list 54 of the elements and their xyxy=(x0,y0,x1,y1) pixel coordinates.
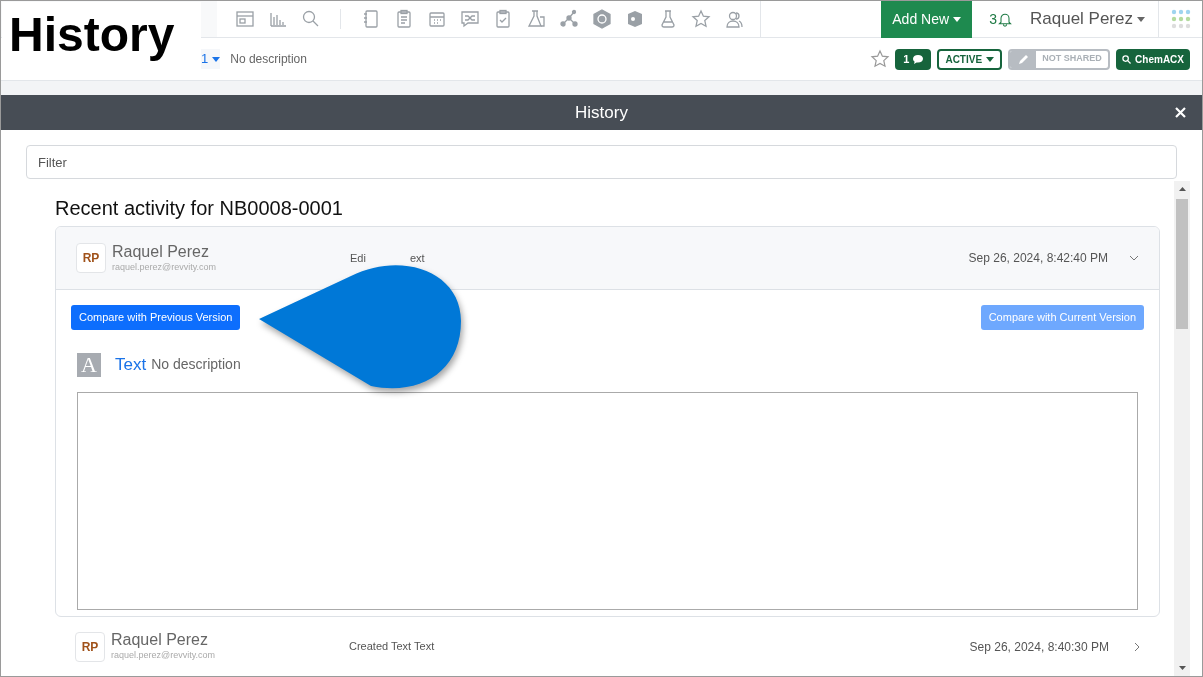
caret-icon xyxy=(212,56,221,62)
section-title: Text xyxy=(115,354,147,376)
activity-text: ext xyxy=(409,250,425,266)
users-icon[interactable] xyxy=(723,9,744,29)
scrollbar-thumb[interactable] xyxy=(1176,199,1188,329)
sharing-status: NOT SHARED xyxy=(1041,52,1103,66)
user-name: Raquel Perez xyxy=(111,630,209,650)
version-dropdown[interactable]: 1 xyxy=(201,49,221,69)
pencil-icon xyxy=(1017,53,1029,65)
chevron-right-icon[interactable] xyxy=(1134,641,1140,652)
calendar-icon[interactable] xyxy=(426,9,447,29)
status-dropdown[interactable]: ACTIVE xyxy=(937,48,1003,70)
scroll-down-icon[interactable] xyxy=(1178,666,1186,670)
caret-icon xyxy=(986,56,995,62)
lab-flask-icon[interactable] xyxy=(525,9,546,29)
entry-header[interactable]: RP Raquel Perez raquel.perez@revvity.com Edi ext Sep 26, 2024, 8:42:40 PM xyxy=(56,227,1159,290)
avatar: RP xyxy=(75,631,105,662)
chemacx-search-button[interactable]: ChemACX xyxy=(1116,48,1190,70)
chevron-down-icon[interactable] xyxy=(1129,255,1139,261)
caret-icon xyxy=(953,16,962,22)
timestamp: Sep 26, 2024, 8:40:30 PM xyxy=(969,638,1109,656)
text-type-icon: A xyxy=(77,352,101,377)
activity-text: Created Text Text xyxy=(349,639,435,655)
avatar: RP xyxy=(76,243,106,273)
layout-icon[interactable] xyxy=(234,9,255,29)
star-icon[interactable] xyxy=(870,49,891,69)
close-icon[interactable] xyxy=(1175,107,1186,118)
modal-title: History xyxy=(575,101,628,124)
user-email: raquel.perez@revvity.com xyxy=(112,260,217,274)
filter-field[interactable]: Filter xyxy=(26,145,1177,179)
notification-count: 3 xyxy=(989,9,997,29)
app-grid-icon[interactable] xyxy=(1171,9,1191,29)
search-icon[interactable] xyxy=(300,9,321,29)
compare-button[interactable]: Compare with Previous Version xyxy=(71,305,241,330)
speech-bubble-icon xyxy=(913,54,924,64)
section-description: No description xyxy=(151,355,241,375)
molecule-icon[interactable] xyxy=(558,9,579,29)
shuffle-chat-icon[interactable] xyxy=(459,9,480,29)
record-description: No description xyxy=(230,51,307,68)
scrollbar[interactable] xyxy=(1174,181,1190,676)
search-icon xyxy=(1122,54,1132,64)
user-email: raquel.perez@revvity.com xyxy=(111,649,216,663)
caret-icon xyxy=(1137,16,1145,22)
activity-text: Edi xyxy=(350,250,366,266)
user-menu[interactable]: Raquel Perez xyxy=(1030,6,1145,32)
user-name: Raquel Perez xyxy=(112,241,210,261)
comments-button[interactable]: 1 xyxy=(895,48,932,70)
hexagon-badge-icon[interactable] xyxy=(591,9,612,29)
star-icon[interactable] xyxy=(690,9,711,29)
timestamp: Sep 26, 2024, 8:42:40 PM xyxy=(968,250,1108,267)
bell-icon[interactable] xyxy=(997,11,1013,27)
add-new-button[interactable]: Add New xyxy=(881,0,973,38)
scroll-up-icon[interactable] xyxy=(1178,187,1186,191)
activity-heading: Recent activity for NB0008-0001 xyxy=(55,196,344,221)
